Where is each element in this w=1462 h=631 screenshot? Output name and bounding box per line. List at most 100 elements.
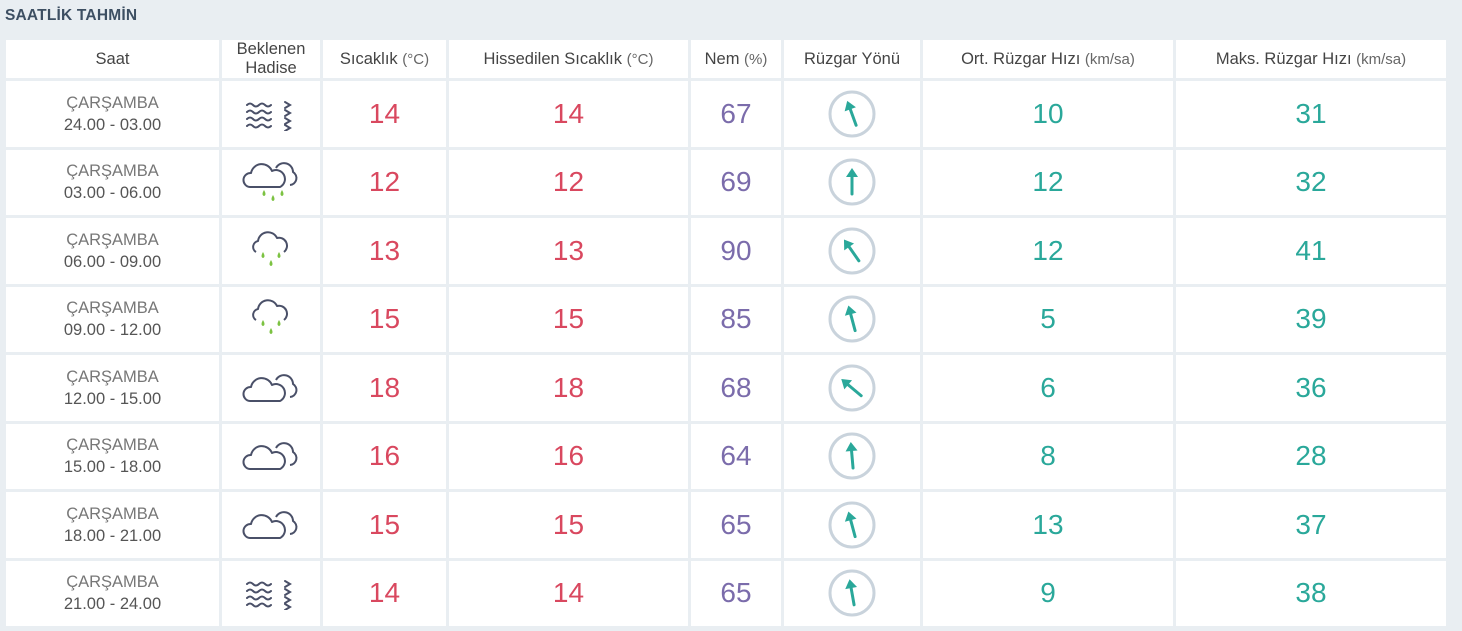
wind-direction-cell [784,492,920,558]
time-range: 06.00 - 09.00 [63,252,162,271]
feels-like-value: 14 [449,81,688,147]
humidity-value: 65 [691,492,781,558]
day-label: ÇARŞAMBA [66,299,159,318]
wind-direction-arrow-icon [784,88,920,140]
weather-event-cell [222,149,320,215]
humidity-value: 69 [691,149,781,215]
wind-direction-cell [784,423,920,489]
humidity-value: 85 [691,286,781,352]
weather-event-cell [222,218,320,284]
wind-max-value: 28 [1176,423,1446,489]
forecast-row: ÇARŞAMBA 18.00 - 21.00 15 15 65 13 37 [6,492,1446,558]
feels-like-value: 15 [449,492,688,558]
time-range: 18.00 - 21.00 [63,526,162,545]
wind-average-value: 8 [923,423,1173,489]
wind-direction-cell [784,560,920,626]
header-temperature: Sıcaklık (°C) [323,40,446,78]
cloudy-icon [222,371,320,405]
header-humidity: Nem (%) [691,40,781,78]
time-cell: ÇARŞAMBA 21.00 - 24.00 [6,560,219,626]
wind-direction-arrow-icon [784,156,920,208]
wind-direction-cell [784,286,920,352]
feels-like-value: 12 [449,149,688,215]
time-range: 15.00 - 18.00 [63,458,162,477]
wind-direction-arrow-icon [784,567,920,619]
header-feels-like: Hissedilen Sıcaklık (°C) [449,40,688,78]
rain-cloud-icon [222,159,320,205]
wind-direction-arrow-icon [784,293,920,345]
hourly-forecast-table: Saat Beklenen Hadise Sıcaklık (°C) Hissed… [3,37,1449,629]
time-cell: ÇARŞAMBA 24.00 - 03.00 [6,81,219,147]
temperature-value: 16 [323,423,446,489]
wind-average-value: 9 [923,560,1173,626]
humidity-value: 65 [691,560,781,626]
fog-icon [222,576,320,611]
feels-like-value: 16 [449,423,688,489]
wind-max-value: 38 [1176,560,1446,626]
wind-direction-arrow-icon [784,430,920,482]
wind-max-value: 41 [1176,218,1446,284]
wind-max-value: 36 [1176,355,1446,421]
header-wind-direction: Rüzgar Yönü [784,40,920,78]
time-range: 21.00 - 24.00 [63,595,162,614]
temperature-value: 14 [323,81,446,147]
humidity-value: 68 [691,355,781,421]
temperature-value: 14 [323,560,446,626]
weather-event-cell [222,355,320,421]
wind-max-value: 37 [1176,492,1446,558]
weather-event-cell [222,81,320,147]
wind-max-value: 31 [1176,81,1446,147]
day-label: ÇARŞAMBA [66,162,159,181]
forecast-row: ÇARŞAMBA 24.00 - 03.00 14 14 67 10 31 [6,81,1446,147]
time-cell: ÇARŞAMBA 03.00 - 06.00 [6,149,219,215]
time-cell: ÇARŞAMBA 09.00 - 12.00 [6,286,219,352]
wind-direction-cell [784,149,920,215]
header-wind-max: Maks. Rüzgar Hızı (km/sa) [1176,40,1446,78]
wind-direction-cell [784,218,920,284]
forecast-row: ÇARŞAMBA 15.00 - 18.00 16 16 64 8 28 [6,423,1446,489]
feels-like-value: 18 [449,355,688,421]
wind-direction-cell [784,355,920,421]
time-range: 12.00 - 15.00 [63,389,162,408]
wind-average-value: 13 [923,492,1173,558]
day-label: ÇARŞAMBA [66,93,159,112]
cloudy-icon [222,508,320,542]
time-range: 09.00 - 12.00 [63,321,162,340]
feels-like-value: 15 [449,286,688,352]
header-time: Saat [6,40,219,78]
time-cell: ÇARŞAMBA 18.00 - 21.00 [6,492,219,558]
header-event: Beklenen Hadise [222,40,320,78]
forecast-row: ÇARŞAMBA 21.00 - 24.00 14 14 65 9 38 [6,560,1446,626]
temperature-value: 12 [323,149,446,215]
time-range: 03.00 - 06.00 [63,184,162,203]
temperature-value: 15 [323,492,446,558]
wind-direction-arrow-icon [784,499,920,551]
time-cell: ÇARŞAMBA 12.00 - 15.00 [6,355,219,421]
forecast-row: ÇARŞAMBA 06.00 - 09.00 13 13 90 12 41 [6,218,1446,284]
wind-max-value: 39 [1176,286,1446,352]
section-title: SAATLİK TAHMİN [5,7,138,24]
light-rain-icon [222,230,320,272]
wind-max-value: 32 [1176,149,1446,215]
header-row: Saat Beklenen Hadise Sıcaklık (°C) Hissed… [6,40,1446,78]
feels-like-value: 13 [449,218,688,284]
time-cell: ÇARŞAMBA 15.00 - 18.00 [6,423,219,489]
weather-event-cell [222,423,320,489]
day-label: ÇARŞAMBA [66,504,159,523]
forecast-row: ÇARŞAMBA 12.00 - 15.00 18 18 68 6 36 [6,355,1446,421]
humidity-value: 64 [691,423,781,489]
forecast-row: ÇARŞAMBA 03.00 - 06.00 12 12 69 12 32 [6,149,1446,215]
wind-average-value: 10 [923,81,1173,147]
wind-direction-cell [784,81,920,147]
light-rain-icon [222,298,320,340]
wind-direction-arrow-icon [784,362,920,414]
feels-like-value: 14 [449,560,688,626]
wind-average-value: 5 [923,286,1173,352]
day-label: ÇARŞAMBA [66,367,159,386]
time-range: 24.00 - 03.00 [63,115,162,134]
cloudy-icon [222,439,320,473]
wind-average-value: 6 [923,355,1173,421]
temperature-value: 18 [323,355,446,421]
weather-event-cell [222,560,320,626]
header-wind-average: Ort. Rüzgar Hızı (km/sa) [923,40,1173,78]
